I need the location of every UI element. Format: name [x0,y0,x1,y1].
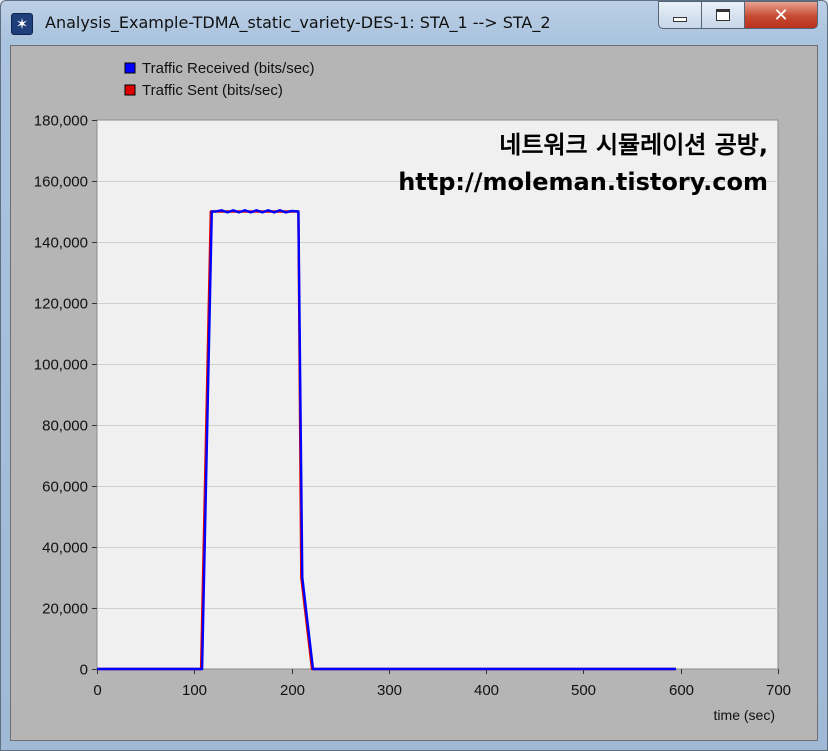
y-tick-label: 180,000 [34,113,88,130]
app-star-icon[interactable]: ✶ [11,13,33,35]
chart-window: ✶ Analysis_Example-TDMA_static_variety-D… [0,0,828,751]
chart-area: 0 20,000 40,000 60,000 80,000 100,000 120,000 1… [10,45,818,741]
close-icon: ✕ [773,4,789,26]
y-tick-label: 20,000 [42,601,88,618]
x-tick-label: 500 [571,682,596,699]
x-tick-label: 0 [93,682,101,699]
legend-swatch [124,84,136,96]
x-axis-label: time (sec) [714,707,775,723]
minimize-icon [673,16,687,22]
y-tick-label: 100,000 [34,357,88,374]
x-tick-label: 300 [377,682,402,699]
y-tick-label: 60,000 [42,479,88,496]
y-tick-label: 40,000 [42,540,88,557]
y-tick-label: 0 [80,662,88,679]
legend-label: Traffic Sent (bits/sec) [142,82,283,99]
x-tick-label: 600 [669,682,694,699]
line-chart: 0 20,000 40,000 60,000 80,000 100,000 120,000 1… [34,60,791,723]
plot-area [96,119,779,670]
watermark-annotation: 네트워크 시뮬레이션 공방, [499,131,768,159]
legend-swatch [124,62,136,74]
maximize-icon [716,9,730,21]
minimize-button[interactable] [658,1,702,29]
y-tick-label: 80,000 [42,418,88,435]
x-tick-label: 400 [474,682,499,699]
close-button[interactable]: ✕ [744,1,818,29]
legend-label: Traffic Received (bits/sec) [142,60,315,77]
y-tick-label: 160,000 [34,174,88,191]
window-title: Analysis_Example-TDMA_static_variety-DES… [45,13,551,32]
x-tick-label: 100 [182,682,207,699]
watermark-annotation: http://moleman.tistory.com [398,168,768,196]
x-tick-label: 200 [280,682,305,699]
y-tick-label: 120,000 [34,296,88,313]
y-tick-label: 140,000 [34,235,88,252]
x-tick-label: 700 [766,682,791,699]
maximize-button[interactable] [701,1,745,29]
